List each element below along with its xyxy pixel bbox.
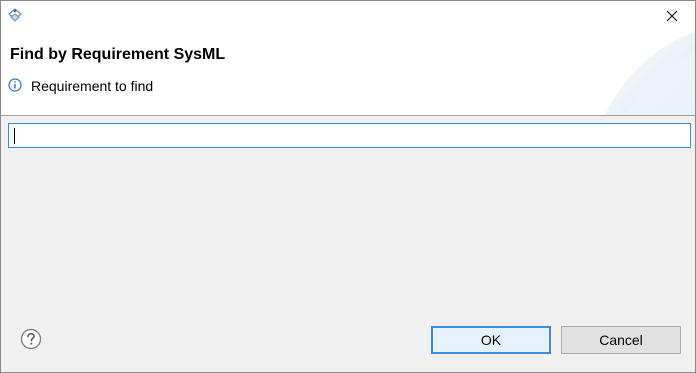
close-button[interactable] — [649, 1, 695, 32]
ok-button[interactable]: OK — [431, 326, 551, 354]
help-icon — [20, 328, 42, 353]
info-icon — [8, 78, 22, 92]
text-caret — [14, 128, 15, 144]
close-icon — [666, 9, 678, 25]
help-button[interactable] — [20, 328, 42, 350]
dialog-header: Find by Requirement SysML Requirement to… — [1, 32, 695, 115]
requirement-search-input[interactable] — [8, 123, 691, 148]
app-icon — [6, 7, 24, 25]
header-separator — [1, 115, 695, 116]
header-message: Requirement to find — [31, 78, 154, 94]
cancel-button[interactable]: Cancel — [561, 326, 681, 354]
find-requirement-dialog: Find by Requirement SysML Requirement to… — [0, 0, 696, 373]
title-bar[interactable] — [1, 1, 695, 32]
dialog-title: Find by Requirement SysML — [10, 46, 226, 63]
header-banner-graphic — [605, 32, 695, 115]
